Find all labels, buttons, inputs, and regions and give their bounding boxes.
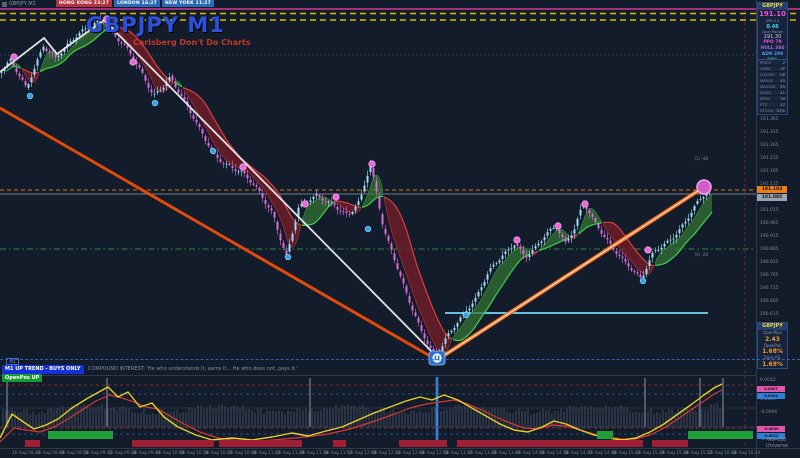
compound-interest-quote: COMPOUND INTEREST: 'He who understands i… bbox=[88, 366, 298, 372]
session-clock-hong-kong: HONG KONG 23:27 bbox=[56, 0, 112, 7]
open-position-panel: GBPJPY OpenPips2.43OpenPos1.68%Daily P/L… bbox=[757, 322, 788, 369]
signal-value: 37 bbox=[780, 102, 785, 107]
instrument-info-panel: GBPJPY 191.10 SPR 0.4 0.48 Daily Range 1… bbox=[757, 2, 788, 65]
signal-label: PTS bbox=[760, 102, 767, 107]
signal-value: 45 bbox=[780, 78, 785, 83]
signal-value: UP bbox=[780, 72, 785, 77]
indicator-panel-separator bbox=[0, 375, 757, 376]
price-axis-label: 190.965 bbox=[760, 221, 779, 226]
price-axis-label: 190.765 bbox=[760, 273, 779, 278]
signal-label: DADX bbox=[760, 90, 771, 95]
price-axis-label: 191.365 bbox=[760, 117, 779, 122]
indicator-level-badge: 0.0004 bbox=[757, 393, 785, 399]
openpos-status-badge: OpenPos UP bbox=[2, 374, 42, 382]
support-dashed-line bbox=[0, 359, 800, 360]
signal-label: LG2000 bbox=[760, 72, 775, 77]
time-axis-label: 16 Aug 16:24 bbox=[732, 450, 760, 455]
price-axis-label: 190.715 bbox=[760, 286, 779, 291]
indicator-axis-label: -0.0006 bbox=[760, 410, 777, 415]
signal-value: 76 bbox=[780, 96, 785, 101]
price-axis-label: 191.165 bbox=[760, 169, 779, 174]
signal-label: LRMA bbox=[760, 66, 771, 71]
price-axis-label: 190.865 bbox=[760, 247, 779, 252]
signal-label: MA1000 bbox=[760, 84, 776, 89]
pos-row-value: 2.43 bbox=[758, 336, 787, 343]
pos-panel-rows: OpenPips2.43OpenPos1.68%Daily P/L1.69% bbox=[758, 330, 787, 368]
signals-table-panel: PRICE 2 LRMA UP LG2000 UP MA500 45 MA1000 39 DADX 4… bbox=[757, 59, 788, 115]
price-axis-label: 190.615 bbox=[760, 312, 779, 317]
chart-icon bbox=[2, 2, 7, 7]
session-clock-london: LONDON 16:27 bbox=[114, 0, 160, 7]
signal-value: UP bbox=[780, 66, 785, 71]
indicator-brand-watermark: XU-v88 Universe bbox=[757, 437, 797, 449]
signal-label: STOCH bbox=[760, 108, 773, 113]
price-axis-label: 191.015 bbox=[760, 208, 779, 213]
price-axis-label: 191.265 bbox=[760, 143, 779, 148]
price-axis-label: 191.315 bbox=[760, 130, 779, 135]
price-axis-label: 190.915 bbox=[760, 234, 779, 239]
signal-label: PR30 bbox=[760, 96, 770, 101]
trading-terminal-window: (1) -48 (4) -28 GBPJPY,M1 HONG KONG 23:27… bbox=[0, 0, 800, 458]
info-panel-price: 191.10 bbox=[758, 10, 787, 19]
signal-label: PRICE bbox=[760, 60, 771, 65]
time-axis[interactable]: 16 Aug 08:2416 Aug 08:4016 Aug 08:5616 A… bbox=[0, 449, 757, 458]
signals-table-row: STOCH 52% bbox=[758, 108, 787, 114]
session-clock-bar: HONG KONG 23:27LONDON 16:27NEW YORK 11:2… bbox=[56, 0, 214, 7]
svg-text:(1) -48: (1) -48 bbox=[695, 156, 709, 161]
indicator-level-badge: -0.0009 bbox=[757, 426, 785, 432]
pos-row-value: 1.68% bbox=[758, 348, 787, 355]
current-price-badge: 191.103 bbox=[757, 186, 787, 193]
symbol-tag-label: GBPJPY,M1 bbox=[9, 1, 36, 7]
svg-text:(4) -28: (4) -28 bbox=[695, 252, 709, 257]
trend-direction-banner: M1 UP TREND - BUYS ONLY bbox=[2, 365, 84, 374]
pos-row-value: 1.69% bbox=[758, 361, 787, 368]
pos-panel-symbol: GBPJPY bbox=[758, 323, 787, 330]
signal-label: MA500 bbox=[760, 78, 773, 83]
session-clock-new-york: NEW YORK 11:27 bbox=[162, 0, 214, 7]
price-chart-canvas[interactable]: (1) -48 (4) -28 bbox=[0, 0, 800, 458]
price-axis-label: 191.215 bbox=[760, 156, 779, 161]
signal-value: 52% bbox=[777, 108, 785, 113]
bid-price-badge: 191.085 bbox=[757, 194, 787, 201]
info-panel-symbol: GBPJPY bbox=[758, 3, 787, 10]
signal-value: 39 bbox=[780, 84, 785, 89]
chart-title-watermark: GBPJPY M1 bbox=[86, 13, 225, 37]
chart-symbol-tag: GBPJPY,M1 bbox=[2, 1, 36, 7]
indicator-level-badge: 0.0007 bbox=[757, 386, 785, 392]
signal-value: 41 bbox=[780, 90, 785, 95]
price-axis-label: 190.665 bbox=[760, 299, 779, 304]
signal-value: 2 bbox=[783, 60, 785, 65]
watermark-line2: Universe bbox=[757, 443, 797, 449]
chart-subtitle: Carlsberg Don't Do Charts bbox=[133, 38, 251, 47]
indicator-axis-label: 0.0012 bbox=[760, 378, 776, 383]
price-axis-label: 190.815 bbox=[760, 260, 779, 265]
